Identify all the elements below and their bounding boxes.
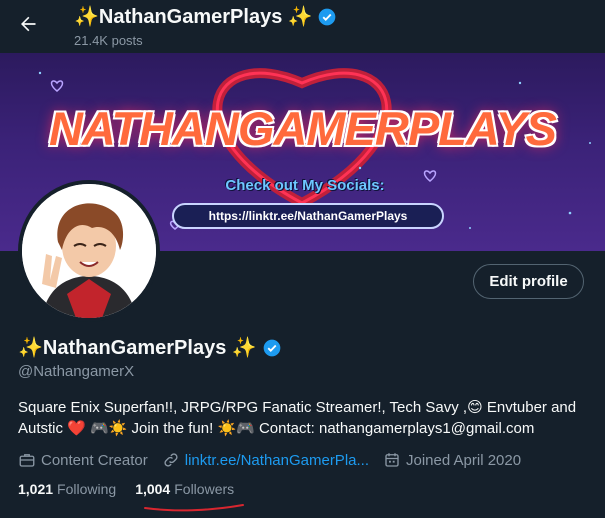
bio-line: Autstic ❤️ 🎮☀️ Join the fun! ☀️🎮 Contact… [18, 420, 535, 437]
following-label: Following [57, 481, 117, 497]
banner-link: https://linktr.ee/NathanGamerPlays [172, 203, 444, 229]
website-link[interactable]: linktr.ee/NathanGamerPla... [185, 452, 369, 469]
profile-name: ✨NathanGamerPlays ✨ [18, 337, 257, 359]
followers-link[interactable]: 1,004 Followers [135, 481, 234, 497]
followers-count: 1,004 [135, 481, 171, 497]
banner-title: NATHANGAMERPLAYS [48, 102, 557, 155]
arrow-left-icon [21, 16, 36, 32]
top-bar: ✨NathanGamerPlays ✨ 21.4K posts [0, 0, 605, 53]
header-title-group: ✨NathanGamerPlays ✨ [74, 4, 337, 29]
followers-label: Followers [174, 481, 235, 497]
post-count: 21.4K posts [74, 33, 143, 48]
following-link[interactable]: 1,021 Following [18, 481, 116, 497]
link-icon [164, 453, 178, 467]
briefcase-icon [19, 454, 35, 467]
website-item[interactable]: linktr.ee/NathanGamerPla... [162, 451, 369, 469]
profile-meta: Content Creator linktr.ee/NathanGamerPla… [18, 449, 535, 471]
red-underline-annotation [144, 504, 244, 512]
profile-name-group: ✨NathanGamerPlays ✨ [18, 335, 282, 360]
category-item: Content Creator [18, 451, 148, 469]
category-label: Content Creator [41, 451, 148, 469]
bio-line: Square Enix Superfan!!, JRPG/RPG Fanatic… [18, 399, 577, 416]
profile-handle: @NathangamerX [18, 363, 135, 380]
back-button[interactable] [14, 10, 42, 38]
avatar-illustration [22, 184, 156, 318]
verified-badge-icon[interactable] [262, 338, 282, 358]
header-title: ✨NathanGamerPlays ✨ [74, 6, 313, 28]
edit-profile-button[interactable]: Edit profile [473, 264, 584, 299]
follow-stats: 1,021 Following 1,004 Followers [18, 481, 253, 497]
calendar-icon [385, 453, 399, 467]
joined-item: Joined April 2020 [383, 451, 521, 469]
avatar[interactable] [18, 180, 160, 322]
joined-label: Joined April 2020 [406, 451, 522, 469]
profile-bio: Square Enix Superfan!!, JRPG/RPG Fanatic… [18, 397, 593, 439]
verified-badge-icon [318, 8, 336, 25]
banner-cta: Check out My Socials: [225, 177, 385, 194]
following-count: 1,021 [18, 481, 54, 497]
